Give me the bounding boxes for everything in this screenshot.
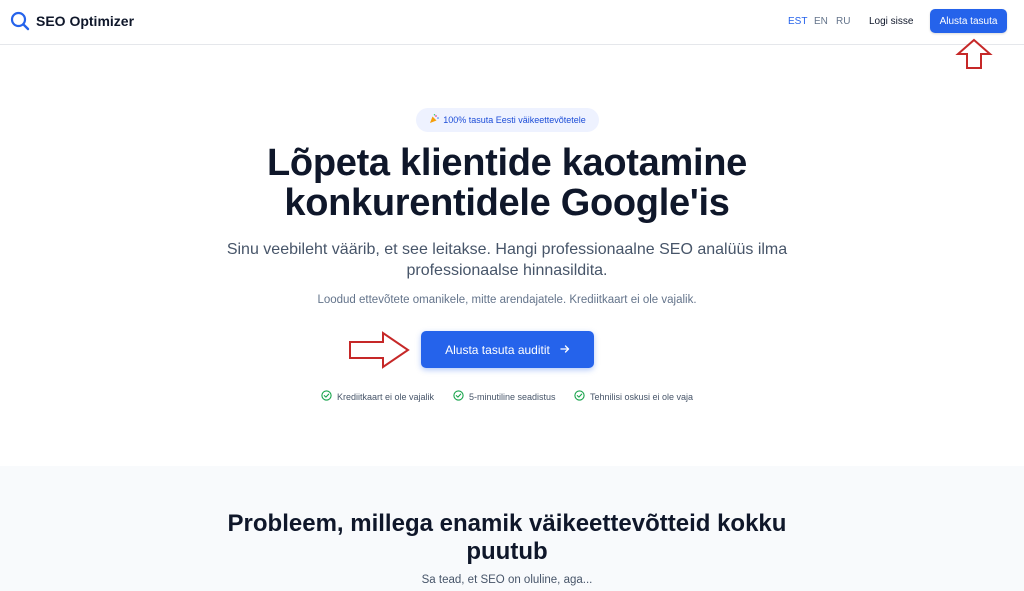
problem-title-line-1: Probleem, millega enamik väikeettevõttei… <box>227 510 787 537</box>
problem-section: Probleem, millega enamik väikeettevõttei… <box>0 466 1024 591</box>
hero-subtitle-line-2: professionaalse hinnasildita. <box>406 262 608 279</box>
hero-title: Lõpeta klientide kaotamine konkurentidel… <box>0 143 1014 223</box>
language-est[interactable]: EST <box>788 16 807 27</box>
hero-subtitle-line-1: Sinu veebileht väärib, et see leitakse. … <box>226 241 788 258</box>
problem-subtitle: Sa tead, et SEO on oluline, aga... <box>421 574 593 586</box>
start-free-audit-button[interactable]: Alusta tasuta auditit <box>421 331 594 368</box>
party-popper-icon <box>429 114 440 126</box>
feature-item: Krediitkaart ei ole vajalik <box>321 390 434 403</box>
logo-text: SEO Optimizer <box>36 13 135 29</box>
language-ru[interactable]: RU <box>836 16 850 27</box>
logo[interactable]: SEO Optimizer <box>10 11 134 31</box>
start-free-button[interactable]: Alusta tasuta <box>930 9 1007 33</box>
problem-title-line-2: puutub <box>466 538 548 565</box>
feature-label: Tehnilisi oskusi ei ole vaja <box>590 391 694 402</box>
check-circle-icon <box>453 390 464 403</box>
hero-subtitle: Sinu veebileht väärib, et see leitakse. … <box>0 239 1014 281</box>
annotation-arrow-right-icon <box>347 330 411 375</box>
site-header: SEO Optimizer EST EN RU Logi sisse Alust… <box>0 0 1024 45</box>
arrow-right-icon <box>560 343 570 357</box>
search-icon <box>10 11 30 31</box>
language-en[interactable]: EN <box>814 16 828 27</box>
annotation-arrow-up-icon <box>955 38 993 75</box>
hero-title-line-1: Lõpeta klientide kaotamine <box>267 142 747 184</box>
feature-item: Tehnilisi oskusi ei ole vaja <box>574 390 693 403</box>
hero-title-line-2: konkurentidele Google'is <box>284 182 730 224</box>
feature-item: 5-minutiline seadistus <box>453 390 556 403</box>
login-link[interactable]: Logi sisse <box>869 16 913 27</box>
hero-badge-text: 100% tasuta Eesti väikeettevõtetele <box>443 115 586 125</box>
hero-badge: 100% tasuta Eesti väikeettevõtetele <box>416 108 599 132</box>
check-circle-icon <box>321 390 332 403</box>
start-free-audit-label: Alusta tasuta auditit <box>445 342 550 357</box>
feature-label: 5-minutiline seadistus <box>469 391 556 402</box>
problem-title: Probleem, millega enamik väikeettevõttei… <box>0 510 1014 566</box>
hero-note: Loodud ettevõtete omanikele, mitte arend… <box>317 294 697 306</box>
check-circle-icon <box>574 390 585 403</box>
feature-label: Krediitkaart ei ole vajalik <box>337 391 435 402</box>
